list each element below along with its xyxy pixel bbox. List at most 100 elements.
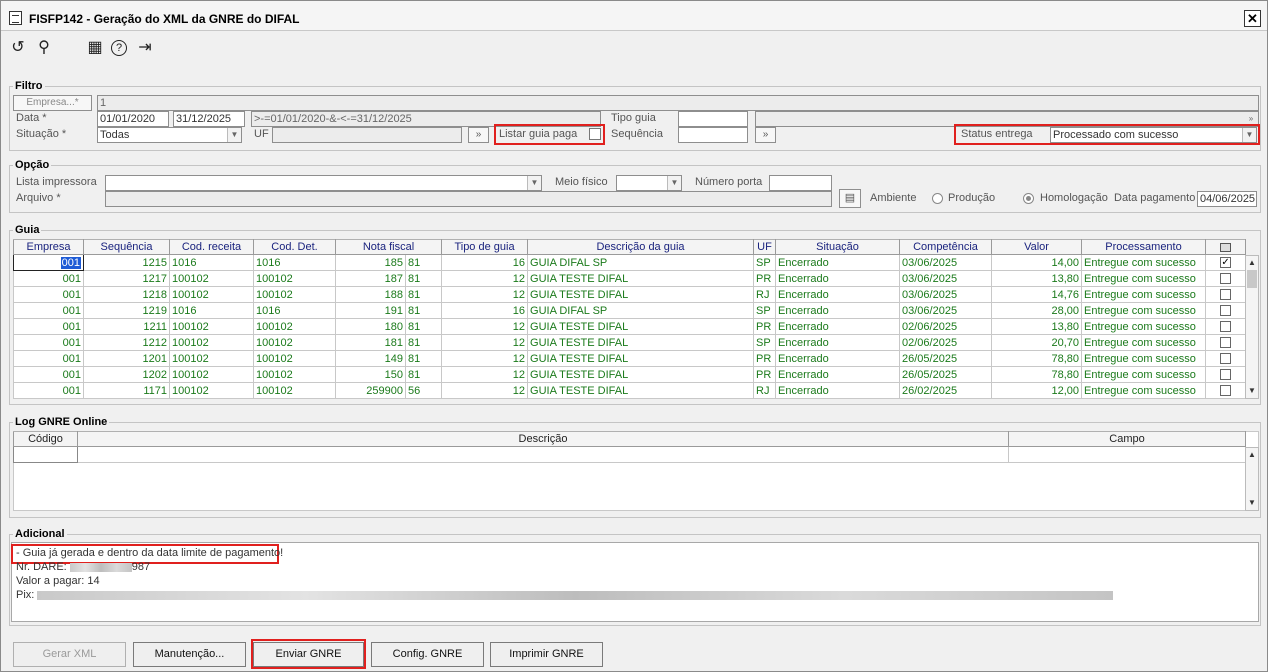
browse-file-button[interactable]: ▤ [839, 189, 861, 208]
cell-sequencia[interactable]: 1218 [83, 286, 170, 303]
imprimir-gnre-button[interactable]: Imprimir GNRE [490, 642, 603, 667]
select-all-checkbox[interactable] [1220, 242, 1232, 252]
arquivo-field[interactable] [105, 191, 832, 207]
col-nota-fiscal[interactable]: Nota fiscal [334, 239, 443, 255]
col-codigo[interactable]: Código [13, 431, 78, 447]
empresa-field[interactable]: 1 [97, 95, 1259, 111]
uf-lookup-button[interactable]: » [468, 127, 489, 143]
cell-situacao[interactable]: Encerrado [775, 366, 901, 383]
col-cod-det[interactable]: Cod. Det. [253, 239, 336, 255]
cell-cod-receita[interactable]: 100102 [169, 366, 254, 383]
cell-cod-receita[interactable]: 1016 [169, 302, 254, 319]
cell-uf[interactable]: SP [753, 302, 777, 319]
cell-valor[interactable]: 20,70 [991, 334, 1083, 351]
col-campo[interactable]: Campo [1008, 431, 1246, 447]
row-checkbox[interactable] [1220, 385, 1232, 397]
cell-nf2[interactable]: 81 [404, 318, 443, 335]
cell-cod-receita[interactable]: 1016 [169, 254, 254, 271]
cell-select[interactable] [1205, 270, 1247, 287]
tipo-guia-field[interactable] [678, 111, 748, 127]
listar-guia-paga-checkbox[interactable] [589, 128, 601, 140]
sequencia-lookup-button[interactable]: » [755, 127, 776, 143]
col-select-all[interactable] [1205, 239, 1247, 255]
cell-competencia[interactable]: 26/05/2025 [899, 366, 993, 383]
gerar-xml-button[interactable]: Gerar XML [13, 642, 126, 667]
cell-select[interactable] [1205, 334, 1247, 351]
lista-impressora-select[interactable]: ▼ [105, 175, 542, 191]
cell-cod-receita[interactable]: 100102 [169, 270, 254, 287]
cell-cod-receita[interactable]: 100102 [169, 334, 254, 351]
cell-uf[interactable]: PR [753, 318, 777, 335]
cell-tipo[interactable]: 12 [441, 270, 529, 287]
cell-nf2[interactable]: 81 [404, 286, 443, 303]
undo-icon[interactable]: ↺ [9, 39, 27, 57]
cell-nf[interactable]: 185 [335, 254, 406, 271]
cell-nf[interactable]: 191 [335, 302, 406, 319]
scroll-down-icon[interactable]: ▼ [1246, 496, 1258, 510]
scroll-down-icon[interactable]: ▼ [1246, 384, 1258, 398]
col-descricao[interactable]: Descrição da guia [527, 239, 755, 255]
cell-descricao[interactable]: GUIA DIFAL SP [527, 302, 755, 319]
adicional-textbox[interactable]: - Guia já gerada e dentro da data limite… [11, 542, 1259, 622]
scroll-up-icon[interactable]: ▲ [1246, 256, 1258, 270]
cell-cod-det[interactable]: 100102 [253, 382, 336, 399]
homologacao-radio[interactable] [1023, 193, 1034, 204]
cell-situacao[interactable]: Encerrado [775, 302, 901, 319]
cell-tipo[interactable]: 12 [441, 382, 529, 399]
cell-processamento[interactable]: Entregue com sucesso [1081, 366, 1207, 383]
cell-empresa[interactable]: 001 [13, 286, 84, 303]
cell-tipo[interactable]: 12 [441, 366, 529, 383]
cell-descricao[interactable]: GUIA TESTE DIFAL [527, 382, 755, 399]
cell-uf[interactable]: RJ [753, 382, 777, 399]
calendar-icon[interactable]: ▦ [86, 39, 104, 57]
enviar-gnre-button[interactable]: Enviar GNRE [253, 642, 364, 667]
cell-empresa[interactable]: 001 [13, 334, 84, 351]
data-pagamento-field[interactable]: 04/06/2025 [1197, 191, 1257, 207]
cell-descricao[interactable]: GUIA TESTE DIFAL [527, 350, 755, 367]
cell-nf2[interactable]: 81 [404, 270, 443, 287]
col-cod-receita[interactable]: Cod. receita [169, 239, 254, 255]
cell-competencia[interactable]: 02/06/2025 [899, 334, 993, 351]
cell-sequencia[interactable]: 1211 [83, 318, 170, 335]
cell-situacao[interactable]: Encerrado [775, 334, 901, 351]
cell-processamento[interactable]: Entregue com sucesso [1081, 302, 1207, 319]
cell-nf2[interactable]: 81 [404, 254, 443, 271]
cell-descricao[interactable]: GUIA DIFAL SP [527, 254, 755, 271]
cell-cod-det[interactable]: 1016 [253, 302, 336, 319]
cell-situacao[interactable]: Encerrado [775, 382, 901, 399]
table-row[interactable]: 001 1218 100102 100102 188 81 12 GUIA TESTE DIF… [13, 286, 1247, 303]
cell-uf[interactable]: RJ [753, 286, 777, 303]
chevron-down-icon[interactable]: ▼ [227, 128, 241, 142]
cell-competencia[interactable]: 03/06/2025 [899, 254, 993, 271]
cell-sequencia[interactable]: 1219 [83, 302, 170, 319]
cell-processamento[interactable]: Entregue com sucesso [1081, 334, 1207, 351]
producao-radio[interactable] [932, 193, 943, 204]
table-row[interactable]: 001 1171 100102 100102 259900 56 12 GUIA TESTE … [13, 382, 1247, 399]
cell-empresa[interactable]: 001 [13, 318, 84, 335]
cell-cod-det[interactable]: 1016 [253, 254, 336, 271]
cell-select[interactable] [1205, 302, 1247, 319]
col-situacao[interactable]: Situação [775, 239, 901, 255]
cell-processamento[interactable]: Entregue com sucesso [1081, 254, 1207, 271]
cell-select[interactable] [1205, 318, 1247, 335]
row-checkbox[interactable] [1220, 289, 1232, 301]
cell-valor[interactable]: 13,80 [991, 318, 1083, 335]
cell-valor[interactable]: 14,76 [991, 286, 1083, 303]
scroll-thumb[interactable] [1247, 270, 1257, 288]
cell-empresa[interactable]: 001 [13, 270, 84, 287]
chevron-down-icon[interactable]: ▼ [1242, 128, 1256, 142]
cell-sequencia[interactable]: 1217 [83, 270, 170, 287]
table-row[interactable]: 001 1212 100102 100102 181 81 12 GUIA TESTE DIF… [13, 334, 1247, 351]
cell-cod-receita[interactable]: 100102 [169, 382, 254, 399]
cell-descricao[interactable]: GUIA TESTE DIFAL [527, 334, 755, 351]
cell-nf[interactable]: 181 [335, 334, 406, 351]
cell-descricao[interactable]: GUIA TESTE DIFAL [527, 286, 755, 303]
col-valor[interactable]: Valor [991, 239, 1083, 255]
search-icon[interactable]: ⚲ [35, 39, 53, 57]
cell-valor[interactable]: 78,80 [991, 350, 1083, 367]
row-checkbox[interactable] [1220, 321, 1232, 333]
cell-processamento[interactable]: Entregue com sucesso [1081, 350, 1207, 367]
table-row[interactable]: 001 1202 100102 100102 150 81 12 GUIA TESTE DIF… [13, 366, 1247, 383]
sequencia-field[interactable] [678, 127, 748, 143]
cell-uf[interactable]: PR [753, 366, 777, 383]
